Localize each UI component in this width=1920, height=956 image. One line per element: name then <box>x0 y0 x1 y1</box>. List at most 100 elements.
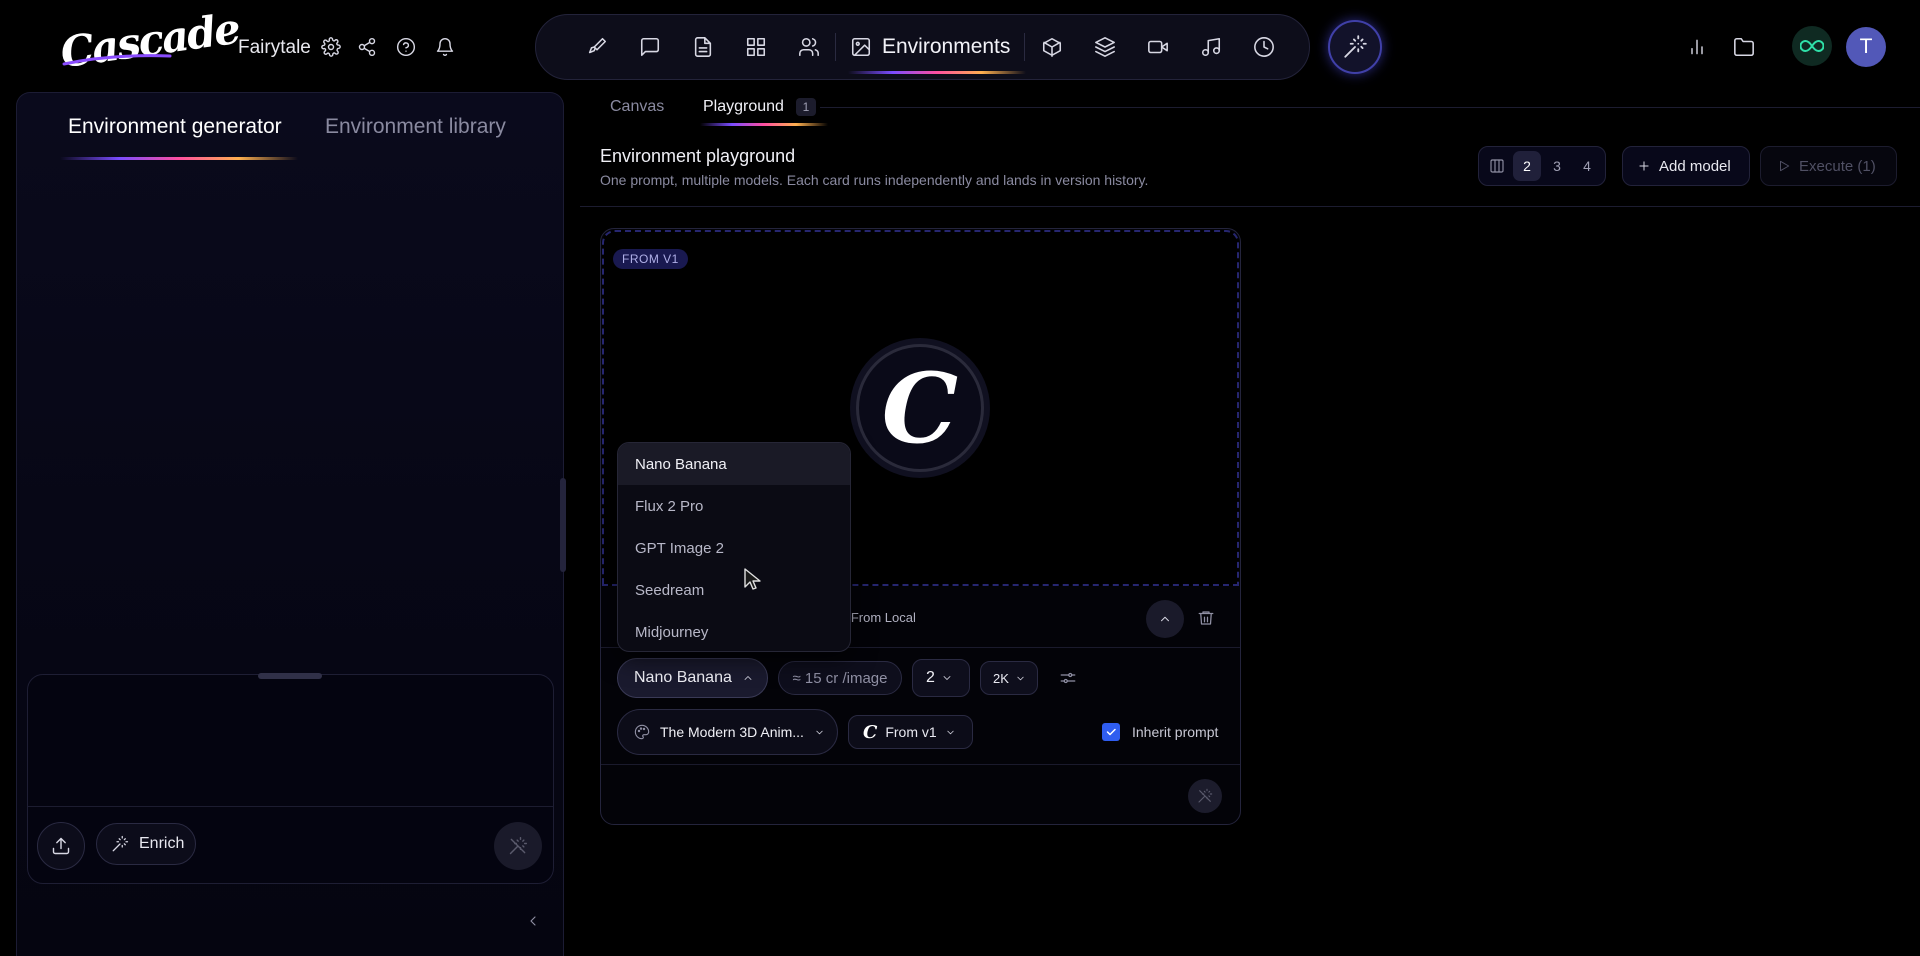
logo-swoosh-icon <box>62 54 172 66</box>
style-select[interactable]: The Modern 3D Anim... <box>617 709 838 755</box>
video-icon <box>1147 40 1168 54</box>
layers-icon <box>1094 37 1115 57</box>
music-tool[interactable] <box>1184 24 1237 70</box>
columns-selector: 2 3 4 <box>1478 146 1606 186</box>
version-badge: FROM V1 <box>613 249 688 269</box>
card-generate-button[interactable] <box>1188 779 1222 813</box>
tab-environments-label: Environments <box>882 35 1011 58</box>
resolution-select[interactable]: 2K <box>980 661 1038 695</box>
avatar[interactable]: T <box>1846 27 1886 67</box>
columns-option-2[interactable]: 2 <box>1513 151 1541 181</box>
cube-tool[interactable] <box>1025 24 1078 70</box>
tab-environment-library[interactable]: Environment library <box>325 115 506 139</box>
inherit-checkbox[interactable] <box>1102 723 1120 741</box>
chevron-up-icon <box>1161 616 1169 622</box>
tab-playground[interactable]: Playground <box>703 98 784 116</box>
card-divider <box>601 764 1240 765</box>
project-name[interactable]: Fairytale <box>238 37 311 59</box>
columns-option-3[interactable]: 3 <box>1543 151 1571 181</box>
panel-scrollbar[interactable] <box>560 478 566 572</box>
header-divider <box>580 206 1920 207</box>
tab-environment-generator[interactable]: Environment generator <box>68 115 282 139</box>
brush-icon <box>588 37 606 54</box>
chevron-down-icon <box>816 730 823 734</box>
tab-environments[interactable]: Environments <box>836 24 1027 74</box>
cost-badge: ≈ 15 cr /image <box>778 661 902 695</box>
video-tool[interactable] <box>1131 24 1184 70</box>
users-tool[interactable] <box>782 24 835 70</box>
add-model-button[interactable]: Add model <box>1622 146 1750 186</box>
style-select-value: The Modern 3D Anim... <box>660 724 804 740</box>
image-count-select[interactable]: 2 <box>912 659 970 697</box>
help-icon[interactable] <box>395 36 417 58</box>
play-icon <box>1780 160 1790 172</box>
resolution-value: 2K <box>993 670 1009 686</box>
prompt-divider <box>28 806 553 807</box>
chart-icon[interactable] <box>1686 36 1708 58</box>
columns-option-4[interactable]: 4 <box>1573 151 1601 181</box>
dropdown-option-midjourney[interactable]: Midjourney <box>618 611 850 651</box>
upload-button[interactable] <box>37 822 85 870</box>
gear-icon[interactable] <box>320 36 342 58</box>
cube-icon <box>1042 37 1061 57</box>
mouse-cursor-icon <box>744 568 761 590</box>
resize-handle[interactable] <box>258 673 322 679</box>
inherit-prompt-toggle[interactable]: Inherit prompt <box>1102 723 1218 741</box>
page-subtitle: One prompt, multiple models. Each card r… <box>600 172 1149 188</box>
active-tab-underline <box>700 123 828 126</box>
music-icon <box>1201 37 1220 57</box>
add-model-label: Add model <box>1659 157 1731 175</box>
chat-icon <box>640 37 659 57</box>
brush-tool[interactable] <box>570 24 623 70</box>
delete-card-button[interactable] <box>1194 606 1218 630</box>
infinity-button[interactable] <box>1792 26 1832 66</box>
upload-icon <box>52 837 70 855</box>
document-icon <box>694 37 711 57</box>
execute-button[interactable]: Execute (1) <box>1760 146 1897 186</box>
version-select-value: From v1 <box>885 724 937 740</box>
version-select[interactable]: C From v1 <box>848 715 973 749</box>
chat-tool[interactable] <box>623 24 676 70</box>
execute-label: Execute (1) <box>1799 157 1876 175</box>
dropdown-option-seedream[interactable]: Seedream <box>618 569 850 611</box>
columns-icon <box>1483 151 1511 181</box>
bell-icon[interactable] <box>434 36 456 58</box>
magic-assistant-button[interactable] <box>1328 20 1382 74</box>
model-select-value: Nano Banana <box>634 669 732 686</box>
magic-wand-icon <box>1198 788 1213 803</box>
chevron-down-icon <box>943 676 951 680</box>
enrich-label: Enrich <box>139 835 185 852</box>
history-tool[interactable] <box>1237 24 1290 70</box>
collapse-card-button[interactable] <box>1146 600 1184 638</box>
cascade-logo[interactable]: Cascade <box>57 4 241 77</box>
enrich-button[interactable]: Enrich <box>96 823 196 865</box>
model-select[interactable]: Nano Banana <box>617 658 768 698</box>
palette-icon <box>634 724 650 740</box>
active-tab-underline <box>60 157 298 160</box>
share-icon[interactable] <box>356 36 378 58</box>
check-icon <box>1106 728 1116 736</box>
dropdown-option-flux-2-pro[interactable]: Flux 2 Pro <box>618 485 850 527</box>
dropdown-option-nano-banana[interactable]: Nano Banana <box>618 443 850 485</box>
document-tool[interactable] <box>676 24 729 70</box>
magic-wand-icon <box>1344 35 1367 58</box>
image-icon <box>851 37 871 57</box>
trash-icon <box>1198 611 1214 625</box>
advanced-settings-button[interactable] <box>1056 666 1080 690</box>
dropdown-option-gpt-image-2[interactable]: GPT Image 2 <box>618 527 850 569</box>
page-title: Environment playground <box>600 146 796 166</box>
upload-local-label[interactable]: d From Local <box>840 610 916 625</box>
tab-canvas[interactable]: Canvas <box>610 98 664 116</box>
subtab-divider <box>820 107 1920 108</box>
generate-button[interactable] <box>494 822 542 870</box>
grid-tool[interactable] <box>729 24 782 70</box>
preview-logo: C <box>856 344 984 472</box>
layers-tool[interactable] <box>1078 24 1131 70</box>
folder-icon[interactable] <box>1733 36 1755 58</box>
collapse-panel-button[interactable] <box>522 910 544 932</box>
playground-count-badge: 1 <box>796 98 816 116</box>
active-tab-underline <box>848 71 1027 74</box>
grid-icon <box>746 37 765 57</box>
main-toolbar: Environments <box>535 14 1310 80</box>
sliders-icon <box>1060 672 1076 684</box>
